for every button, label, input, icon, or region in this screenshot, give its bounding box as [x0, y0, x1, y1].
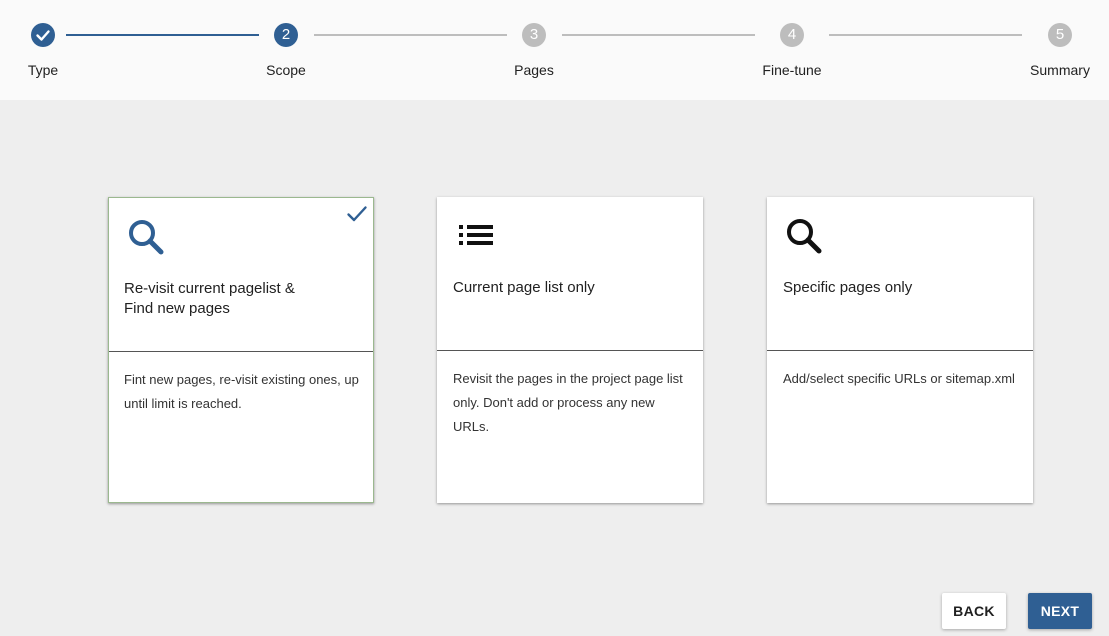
step-2-label[interactable]: Scope	[266, 62, 306, 78]
card-description: Revisit the pages in the project page li…	[453, 371, 683, 434]
step-4-circle: 4	[780, 23, 804, 47]
step-2-circle[interactable]: 2	[274, 23, 298, 47]
card-title: Current page list only	[453, 279, 595, 296]
next-button[interactable]: NEXT	[1028, 593, 1092, 629]
step-connector-4	[829, 34, 1022, 36]
check-icon	[36, 30, 50, 41]
step-5-circle: 5	[1048, 23, 1072, 47]
card-title: Re-visit current pagelist & Find new pag…	[124, 280, 295, 317]
scope-option-specific-pages[interactable]: Specific pages only Add/select specific …	[767, 197, 1033, 503]
card-description: Fint new pages, re-visit existing ones, …	[124, 372, 359, 411]
selected-check-icon	[347, 206, 367, 222]
step-3-label: Pages	[514, 62, 554, 78]
step-5-label: Summary	[1030, 62, 1090, 78]
card-divider	[109, 351, 373, 352]
step-connector-2	[314, 34, 507, 36]
step-3-circle: 3	[522, 23, 546, 47]
back-button[interactable]: BACK	[942, 593, 1006, 629]
card-divider	[437, 350, 703, 351]
scope-option-revisit-and-find[interactable]: Re-visit current pagelist & Find new pag…	[108, 197, 374, 503]
card-title: Specific pages only	[783, 279, 913, 296]
list-icon	[459, 225, 493, 245]
step-4-label: Fine-tune	[762, 62, 822, 78]
scope-option-current-list-only[interactable]: Current page list only Revisit the pages…	[437, 197, 703, 503]
step-1-done-circle[interactable]	[31, 23, 55, 47]
step-connector-1	[66, 34, 259, 36]
search-icon	[787, 219, 822, 254]
search-icon	[129, 220, 164, 255]
wizard-stepper: Type 2 Scope 3 Pages 4 Fine-tune 5 Summa…	[0, 0, 1109, 100]
step-1-label[interactable]: Type	[28, 62, 58, 78]
card-divider	[767, 350, 1033, 351]
card-description: Add/select specific URLs or sitemap.xml	[783, 371, 1015, 386]
step-connector-3	[562, 34, 755, 36]
